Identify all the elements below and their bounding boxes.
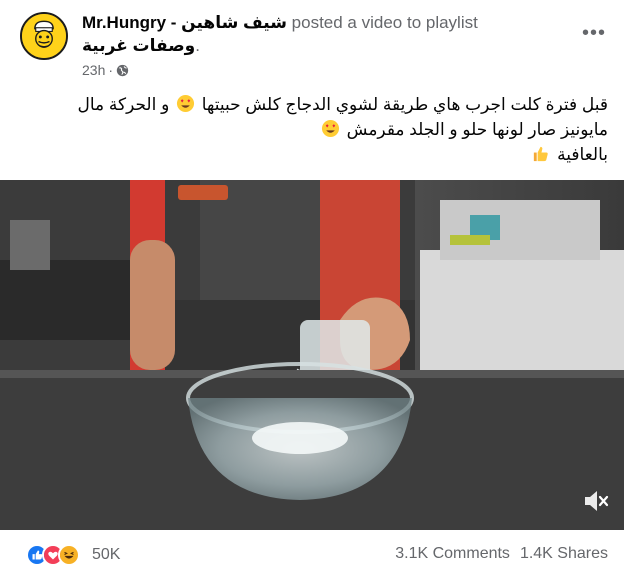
- page-name-separator: -: [166, 13, 182, 32]
- post-footer: 50K 3.1K Comments 1.4K Shares: [0, 530, 624, 575]
- caption-line-2-text: مايونيز صار لونها حلو و الجلد مقرمش: [346, 120, 608, 139]
- chef-avatar-icon: [22, 14, 66, 58]
- comments-count-link[interactable]: 3.1K Comments: [395, 545, 510, 563]
- caption-line-3-text: بالعافية: [557, 145, 608, 164]
- more-options-icon[interactable]: •••: [582, 22, 606, 45]
- page-avatar[interactable]: [20, 12, 68, 60]
- caption-line-1: قبل فترة كلت اجرب هاي طريقة لشوي الدجاج …: [30, 92, 608, 117]
- shares-count-link[interactable]: 1.4K Shares: [520, 545, 608, 563]
- page-name-arabic[interactable]: شيف شاهين: [181, 13, 287, 32]
- post-caption: قبل فترة كلت اجرب هاي طريقة لشوي الدجاج …: [30, 92, 608, 167]
- playlist-period: .: [195, 36, 200, 55]
- haha-icon: [58, 544, 80, 566]
- facebook-post: Mr.Hungry - شيف شاهين posted a video to …: [0, 0, 624, 575]
- time-separator: ·: [108, 62, 114, 78]
- heart-eyes-emoji-icon: [176, 94, 195, 113]
- post-meta: 23h ·: [82, 62, 129, 78]
- post-stats: 3.1K Comments 1.4K Shares: [395, 545, 608, 563]
- page-name-link[interactable]: Mr.Hungry: [82, 13, 166, 32]
- post-action-text: posted a video to playlist: [286, 13, 478, 32]
- video-player[interactable]: [0, 180, 624, 530]
- heart-eyes-emoji-icon: [321, 119, 340, 138]
- playlist-link[interactable]: وصفات غربية: [82, 36, 195, 55]
- post-header-text: Mr.Hungry - شيف شاهين posted a video to …: [82, 11, 552, 57]
- muted-speaker-icon[interactable]: [580, 486, 610, 516]
- post-header: Mr.Hungry - شيف شاهين posted a video to …: [20, 8, 610, 88]
- globe-icon[interactable]: [116, 64, 129, 77]
- post-time-link[interactable]: 23h: [82, 62, 105, 78]
- reaction-count[interactable]: 50K: [92, 546, 120, 564]
- caption-line-2: مايونيز صار لونها حلو و الجلد مقرمش: [30, 117, 608, 142]
- caption-line-1-text: قبل فترة كلت اجرب هاي طريقة لشوي الدجاج …: [201, 95, 608, 114]
- video-frame: [0, 180, 624, 530]
- thumbs-up-emoji-icon: [531, 144, 550, 163]
- caption-line-1-tail: و الحركة مال: [77, 95, 170, 114]
- caption-line-3: بالعافية: [30, 142, 608, 167]
- reaction-summary[interactable]: 50K: [26, 544, 120, 566]
